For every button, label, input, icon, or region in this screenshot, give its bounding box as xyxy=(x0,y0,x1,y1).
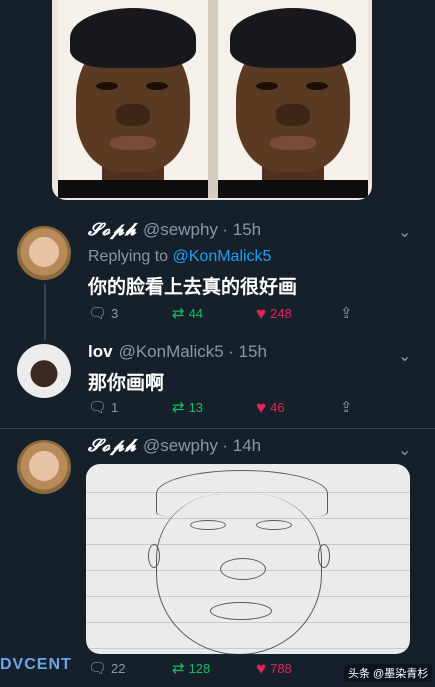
avatar[interactable] xyxy=(17,440,71,494)
reply-button[interactable]: 🗨︎ 22 xyxy=(88,661,172,676)
retweet-icon: ⇄ xyxy=(172,660,185,677)
share-button[interactable]: ⇪ xyxy=(340,400,424,415)
retweet-button[interactable]: ⇄ 128 xyxy=(172,661,256,676)
replying-to: Replying to @KonMalick5 xyxy=(88,248,272,265)
timestamp[interactable]: · 15h xyxy=(228,342,267,361)
reply-icon: 🗨︎ xyxy=(88,399,108,416)
share-button[interactable]: ⇪ xyxy=(340,306,424,321)
tweet-text: 你的脸看上去真的很好画 xyxy=(88,276,298,298)
reply-icon: 🗨︎ xyxy=(88,660,108,677)
retweet-button[interactable]: ⇄ 44 xyxy=(172,306,256,321)
tweet-actions: 🗨︎ 22 ⇄ 128 ♥ 788 xyxy=(88,660,340,677)
tweet-media-photos[interactable] xyxy=(52,0,372,200)
retweet-icon: ⇄ xyxy=(172,399,185,416)
heart-icon: ♥ xyxy=(256,659,267,678)
face-photo-right[interactable] xyxy=(218,0,368,198)
avatar[interactable] xyxy=(17,226,71,280)
share-icon: ⇪ xyxy=(340,305,353,322)
tweet-media-sketch[interactable] xyxy=(86,464,410,654)
watermark-left: DVCENT xyxy=(0,656,72,673)
tweet-header: 𝓢𝓸𝓹𝓱 @sewphy · 15h xyxy=(88,220,261,240)
reply-handle-link[interactable]: @KonMalick5 xyxy=(173,248,272,265)
like-button[interactable]: ♥ 46 xyxy=(256,399,340,416)
heart-icon: ♥ xyxy=(256,304,267,323)
avatar[interactable] xyxy=(17,344,71,398)
tweet-text: 那你画啊 xyxy=(88,372,165,394)
reply-button[interactable]: 🗨︎ 1 xyxy=(88,400,172,415)
share-icon: ⇪ xyxy=(340,399,353,416)
divider xyxy=(0,428,435,429)
reply-button[interactable]: 🗨︎ 3 xyxy=(88,306,172,321)
user-handle[interactable]: @sewphy xyxy=(143,220,218,239)
heart-icon: ♥ xyxy=(256,398,267,417)
timestamp[interactable]: · 15h xyxy=(222,220,261,239)
tweet-header: lov @KonMalick5 · 15h xyxy=(88,342,267,362)
chevron-down-icon[interactable]: ⌄ xyxy=(398,222,411,242)
retweet-icon: ⇄ xyxy=(172,305,185,322)
watermark-right: 头条 @墨染青杉 xyxy=(344,664,433,682)
chevron-down-icon[interactable]: ⌄ xyxy=(398,346,411,366)
display-name[interactable]: lov xyxy=(88,342,113,361)
tweet-actions: 🗨︎ 1 ⇄ 13 ♥ 46 ⇪ xyxy=(88,399,424,416)
user-handle[interactable]: @KonMalick5 xyxy=(119,342,224,361)
display-name[interactable]: 𝓢𝓸𝓹𝓱 xyxy=(88,436,137,456)
retweet-button[interactable]: ⇄ 13 xyxy=(172,400,256,415)
chevron-down-icon[interactable]: ⌄ xyxy=(398,440,411,460)
thread-line xyxy=(44,284,46,340)
tweet-actions: 🗨︎ 3 ⇄ 44 ♥ 248 ⇪ xyxy=(88,305,424,322)
reply-icon: 🗨︎ xyxy=(88,305,108,322)
like-button[interactable]: ♥ 788 xyxy=(256,660,340,677)
like-button[interactable]: ♥ 248 xyxy=(256,305,340,322)
timestamp[interactable]: · 14h xyxy=(222,436,261,455)
display-name[interactable]: 𝓢𝓸𝓹𝓱 xyxy=(88,220,137,240)
tweet-header: 𝓢𝓸𝓹𝓱 @sewphy · 14h xyxy=(88,436,261,456)
user-handle[interactable]: @sewphy xyxy=(143,436,218,455)
face-photo-left[interactable] xyxy=(58,0,208,198)
